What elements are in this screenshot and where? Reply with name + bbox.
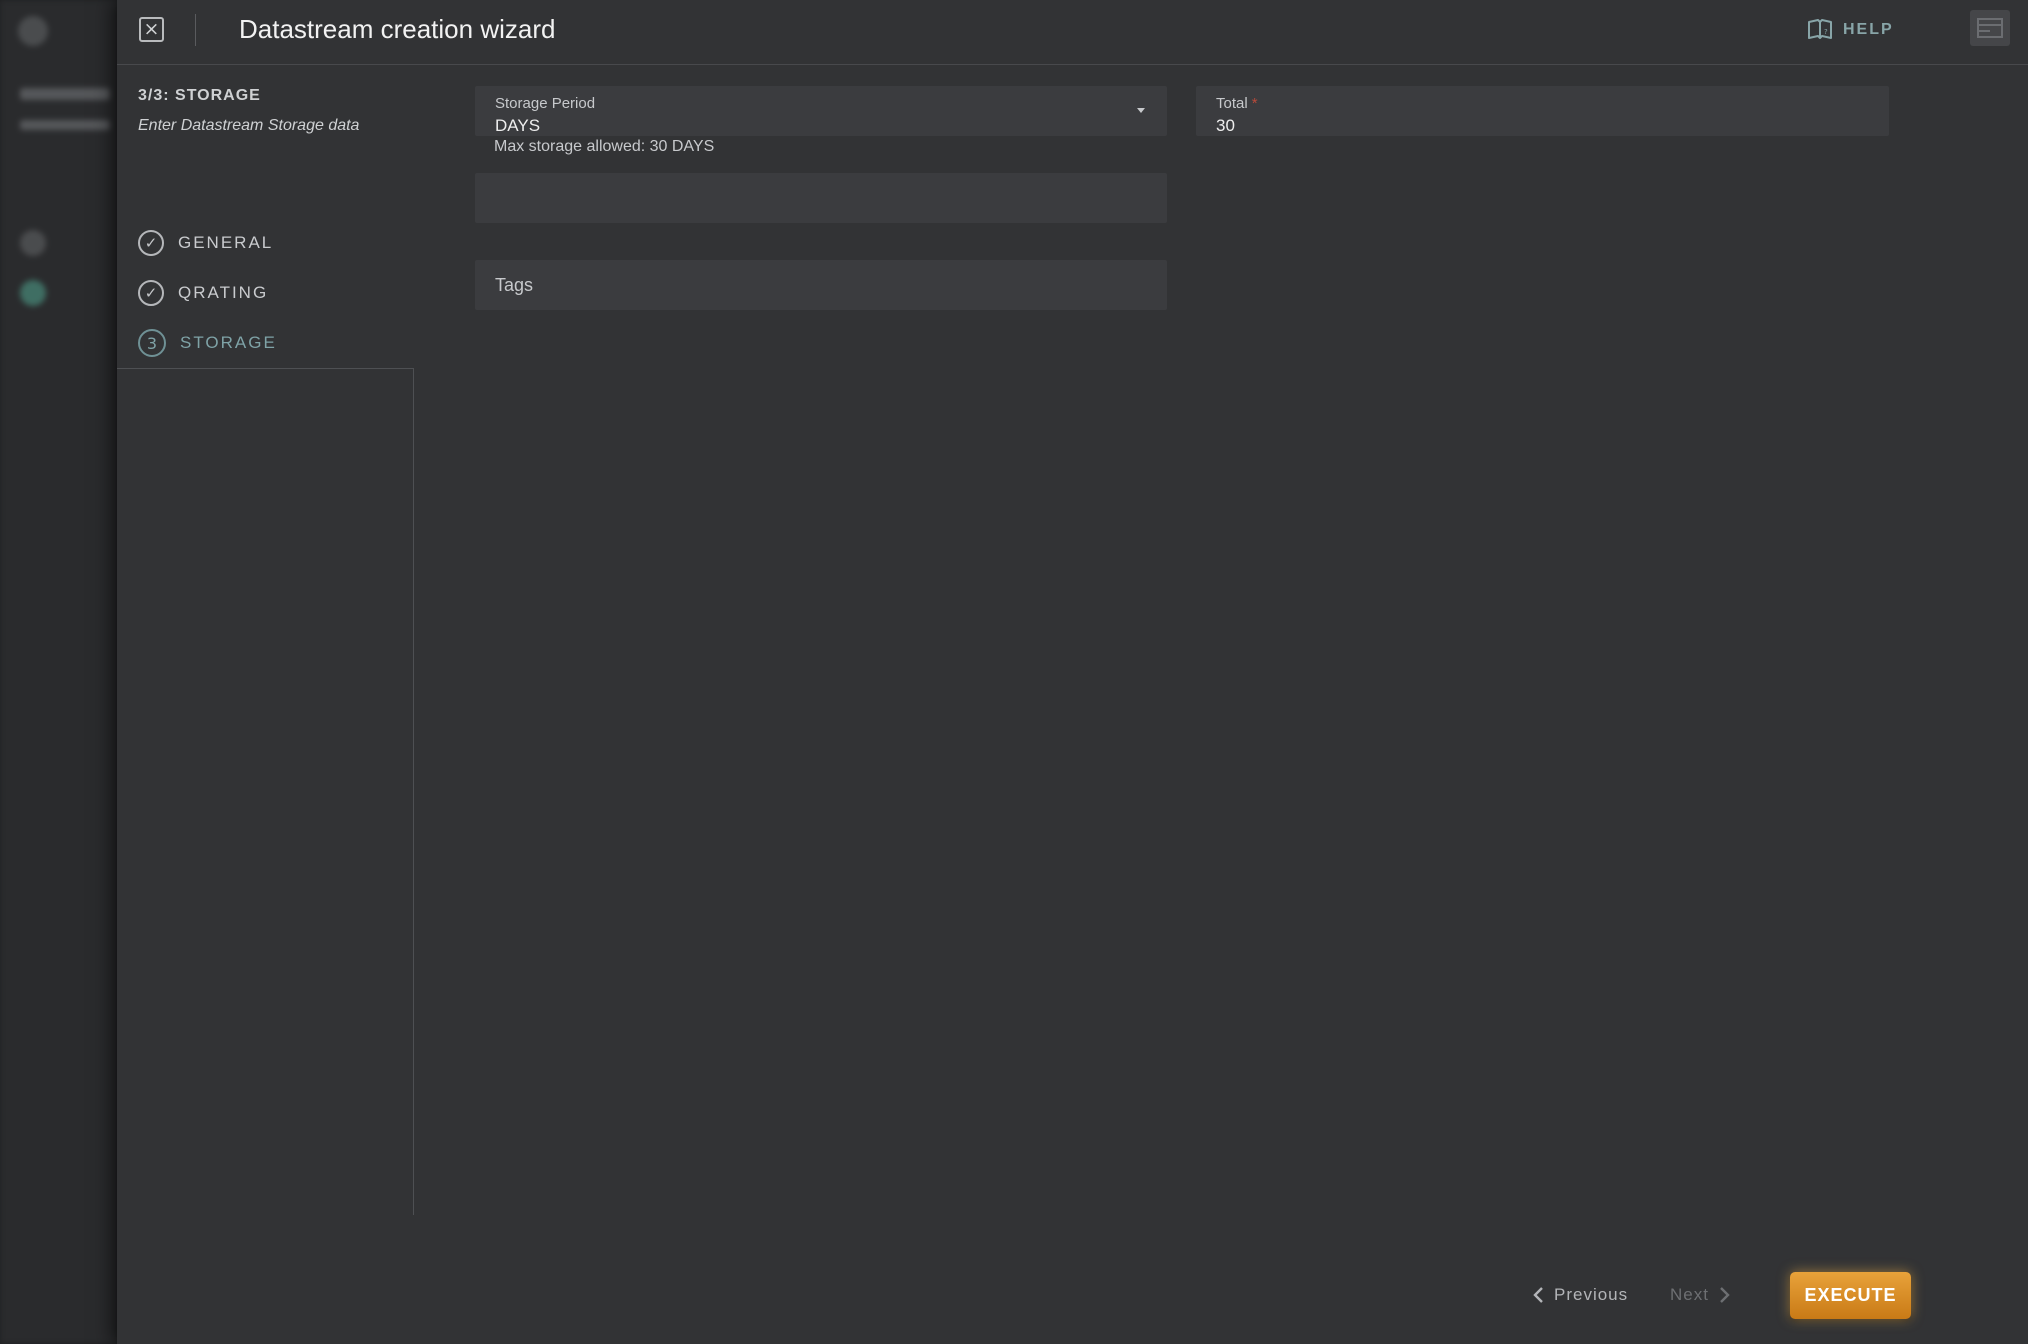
wizard-panel: × Datastream creation wizard ? HELP 3/3:… [117,0,2028,1344]
bg-icon [20,280,46,306]
previous-label: Previous [1554,1285,1629,1304]
total-label: Total * [1216,95,1258,112]
step-storage[interactable]: 3 STORAGE [138,328,277,358]
step-heading: 3/3: STORAGE [138,87,261,104]
check-circle-icon: ✓ [138,230,164,256]
next-button[interactable]: Next [1670,1280,1731,1310]
help-button[interactable]: ? HELP [1807,16,1894,44]
total-label-text: Total [1216,95,1248,112]
storage-period-value: DAYS [495,116,541,135]
step-number-icon: 3 [138,329,166,357]
svg-text:?: ? [1824,28,1828,36]
panel-toggle-glyph [1977,18,2003,38]
header-divider [195,14,196,46]
wizard-header: × Datastream creation wizard ? HELP [117,0,2028,65]
steps-sidebar: 3/3: STORAGE Enter Datastream Storage da… [117,66,414,1216]
background-app [0,0,117,1344]
total-value: 30 [1216,116,1235,135]
chevron-down-icon [1137,108,1145,113]
required-mark: * [1251,95,1258,112]
step-qrating[interactable]: ✓ QRATING [138,278,268,308]
steps-border [413,369,414,1215]
next-label: Next [1670,1285,1709,1304]
step-general[interactable]: ✓ GENERAL [138,228,273,258]
tags-placeholder: Tags [495,275,534,295]
step-label: STORAGE [180,333,277,352]
step-label: GENERAL [178,233,274,252]
bg-text [20,120,110,130]
page-title: Datastream creation wizard [239,14,556,44]
panel-toggle-icon[interactable] [1970,10,2010,46]
empty-field[interactable] [475,173,1167,223]
bg-icon [20,230,46,256]
max-storage-hint: Max storage allowed: 30 DAYS [494,138,715,155]
book-help-icon: ? [1808,19,1832,39]
bg-avatar [18,16,48,46]
storage-period-label: Storage Period [495,95,596,112]
close-icon[interactable]: × [139,17,164,42]
steps-divider [117,368,414,369]
tags-input[interactable]: Tags [475,260,1167,310]
step-subtitle: Enter Datastream Storage data [138,117,360,134]
help-label: HELP [1843,21,1894,38]
chevron-right-icon [1720,1287,1730,1303]
total-input[interactable]: Total * 30 [1196,86,1889,136]
storage-period-select[interactable]: Storage Period DAYS [475,86,1167,136]
check-circle-icon: ✓ [138,280,164,306]
bg-text [20,88,110,100]
chevron-left-icon [1533,1287,1543,1303]
previous-button[interactable]: Previous [1532,1280,1628,1310]
step-label: QRATING [178,283,269,302]
execute-button[interactable]: EXECUTE [1790,1272,1911,1319]
